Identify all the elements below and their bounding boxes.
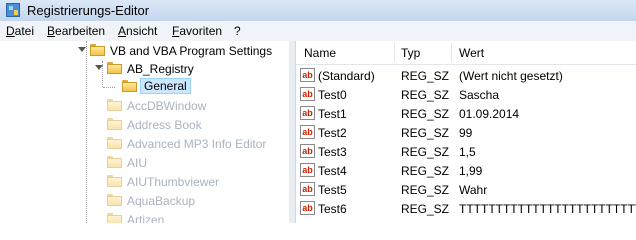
string-value-icon: ab bbox=[300, 68, 315, 82]
tree-item-label: Advanced MP3 Info Editor bbox=[127, 137, 267, 151]
string-value-icon: ab bbox=[300, 87, 315, 101]
tree-item-label: General bbox=[140, 78, 191, 94]
value-type: REG_SZ bbox=[401, 126, 450, 140]
folder-icon bbox=[107, 213, 122, 223]
column-header-type[interactable]: Typ bbox=[401, 46, 420, 60]
folder-icon bbox=[107, 137, 122, 149]
folder-open-icon bbox=[107, 62, 122, 74]
value-data: 99 bbox=[459, 126, 473, 140]
value-data: 1,99 bbox=[459, 164, 483, 178]
value-data: 01.09.2014 bbox=[459, 107, 520, 121]
tree-guide-line bbox=[103, 87, 115, 88]
menu-help[interactable]: ? bbox=[234, 24, 241, 38]
folder-icon bbox=[107, 156, 122, 168]
column-separator[interactable] bbox=[394, 43, 395, 62]
menu-bearbeiten[interactable]: Bearbeiten bbox=[47, 24, 105, 38]
value-type: REG_SZ bbox=[401, 183, 450, 197]
value-data: 1,5 bbox=[459, 145, 476, 159]
value-type: REG_SZ bbox=[401, 88, 450, 102]
list-item[interactable]: ab Test6 REG_SZ TTTTTTTTTTTTTTTTTTTTTTTT… bbox=[296, 199, 636, 218]
tree-item-label: AccDBWindow bbox=[127, 99, 207, 113]
tree-item-label: VB and VBA Program Settings bbox=[110, 44, 273, 58]
value-type: REG_SZ bbox=[401, 202, 450, 216]
folder-icon bbox=[122, 80, 137, 92]
value-data: Sascha bbox=[459, 88, 500, 102]
tree-guide-line bbox=[86, 41, 87, 223]
column-header-value[interactable]: Wert bbox=[459, 46, 484, 60]
value-name: (Standard) bbox=[318, 69, 375, 83]
column-separator[interactable] bbox=[451, 43, 452, 62]
tree-item-label: AIUThumbviewer bbox=[127, 175, 220, 189]
value-data: (Wert nicht gesetzt) bbox=[459, 69, 563, 83]
registry-editor-icon bbox=[6, 3, 20, 17]
folder-icon bbox=[107, 175, 122, 187]
folder-icon bbox=[107, 118, 122, 130]
value-name: Test0 bbox=[318, 88, 347, 102]
folder-open-icon bbox=[90, 44, 105, 56]
value-data: Wahr bbox=[459, 183, 488, 197]
list-item[interactable]: ab Test0 REG_SZ Sascha bbox=[296, 85, 636, 104]
string-value-icon: ab bbox=[300, 163, 315, 177]
string-value-icon: ab bbox=[300, 144, 315, 158]
value-type: REG_SZ bbox=[401, 107, 450, 121]
value-type: REG_SZ bbox=[401, 164, 450, 178]
list-item[interactable]: ab Test1 REG_SZ 01.09.2014 bbox=[296, 104, 636, 123]
values-list[interactable]: Name Typ Wert ab (Standard) REG_SZ (Wert… bbox=[296, 41, 636, 223]
string-value-icon: ab bbox=[300, 106, 315, 120]
list-item[interactable]: ab (Standard) REG_SZ (Wert nicht gesetzt… bbox=[296, 66, 636, 85]
string-value-icon: ab bbox=[300, 182, 315, 196]
string-value-icon: ab bbox=[300, 201, 315, 215]
list-item[interactable]: ab Test5 REG_SZ Wahr bbox=[296, 180, 636, 199]
menu-favoriten[interactable]: Favoriten bbox=[172, 24, 222, 38]
menu-ansicht[interactable]: Ansicht bbox=[118, 24, 157, 38]
list-item[interactable]: ab Test3 REG_SZ 1,5 bbox=[296, 142, 636, 161]
menu-datei[interactable]: Datei bbox=[6, 24, 34, 38]
value-data: TTTTTTTTTTTTTTTTTTTTTTTTT bbox=[459, 202, 636, 216]
folder-icon bbox=[107, 99, 122, 111]
value-name: Test3 bbox=[318, 145, 347, 159]
value-name: Test6 bbox=[318, 202, 347, 216]
tree-item-label: Address Book bbox=[127, 118, 202, 132]
window-title: Registrierungs-Editor bbox=[27, 3, 150, 18]
title-bar: Registrierungs-Editor bbox=[0, 0, 636, 22]
value-type: REG_SZ bbox=[401, 69, 450, 83]
column-header-name[interactable]: Name bbox=[304, 46, 336, 60]
tree-item-label: AIU bbox=[127, 156, 148, 170]
value-name: Test5 bbox=[318, 183, 347, 197]
value-name: Test1 bbox=[318, 107, 347, 121]
value-name: Test4 bbox=[318, 164, 347, 178]
pane-splitter[interactable] bbox=[289, 41, 296, 223]
registry-tree[interactable]: VB and VBA Program Settings AB_Registry … bbox=[0, 41, 290, 223]
value-type: REG_SZ bbox=[401, 145, 450, 159]
list-item[interactable]: ab Test4 REG_SZ 1,99 bbox=[296, 161, 636, 180]
tree-item-label: AquaBackup bbox=[127, 194, 196, 208]
list-item[interactable]: ab Test2 REG_SZ 99 bbox=[296, 123, 636, 142]
tree-item-label: Artizen bbox=[127, 213, 165, 223]
folder-icon bbox=[107, 194, 122, 206]
string-value-icon: ab bbox=[300, 125, 315, 139]
menu-bar: Datei Bearbeiten Ansicht Favoriten ? bbox=[0, 21, 636, 42]
tree-item-label: AB_Registry bbox=[127, 62, 194, 76]
expand-arrow-icon[interactable] bbox=[95, 65, 103, 70]
expand-arrow-icon[interactable] bbox=[78, 47, 86, 52]
value-name: Test2 bbox=[318, 126, 347, 140]
list-header: Name Typ Wert bbox=[296, 41, 636, 65]
